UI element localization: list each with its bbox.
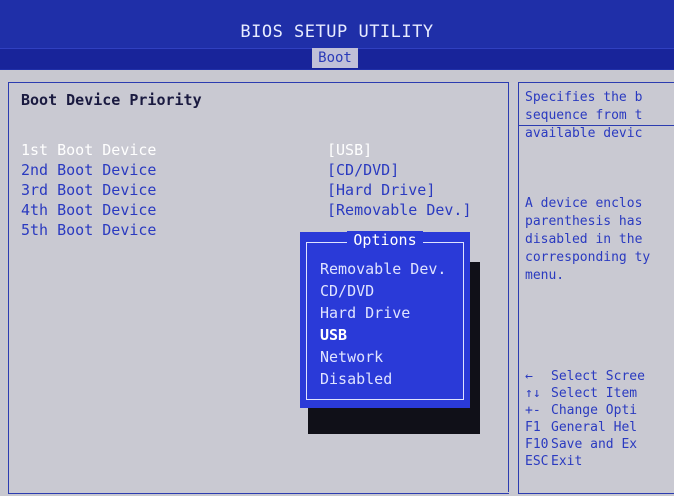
- plus-minus-key: +-: [525, 403, 541, 418]
- key-desc: Select Item: [551, 386, 638, 401]
- esc-key: ESC: [525, 454, 549, 469]
- f10-key: F10: [525, 437, 549, 452]
- help-line: menu.: [525, 268, 565, 283]
- help-line: A device enclos: [525, 196, 643, 211]
- key-desc: Save and Ex: [551, 437, 638, 452]
- help-panel: Specifies the b sequence from t availabl…: [518, 82, 674, 494]
- option-network[interactable]: Network: [320, 348, 383, 366]
- option-hard-drive[interactable]: Hard Drive: [320, 304, 410, 322]
- key-desc: Change Opti: [551, 403, 638, 418]
- boot-device-label: 5th Boot Device: [21, 221, 157, 239]
- boot-device-row-3[interactable]: 3rd Boot Device [Hard Drive]: [21, 181, 435, 199]
- up-down-arrow-icon: ↑↓: [525, 386, 541, 401]
- f1-key: F1: [525, 420, 541, 435]
- key-desc: Select Scree: [551, 369, 645, 384]
- help-line: sequence from t: [525, 108, 643, 123]
- tab-boot[interactable]: Boot: [312, 48, 358, 68]
- key-desc: Exit: [551, 454, 583, 469]
- help-line: corresponding ty: [525, 250, 651, 265]
- header-bar: BIOS SETUP UTILITY Boot: [0, 0, 674, 70]
- boot-device-row-5[interactable]: 5th Boot Device: [21, 221, 156, 239]
- popup-title-text: Options: [347, 231, 423, 249]
- boot-device-value[interactable]: [CD/DVD]: [327, 161, 399, 179]
- option-disabled[interactable]: Disabled: [320, 370, 392, 388]
- boot-device-row-2[interactable]: 2nd Boot Device [CD/DVD]: [21, 161, 399, 179]
- boot-device-row-4[interactable]: 4th Boot Device [Removable Dev.]: [21, 201, 472, 219]
- section-title: Boot Device Priority: [21, 91, 202, 109]
- option-cddvd[interactable]: CD/DVD: [320, 282, 374, 300]
- help-line: parenthesis has: [525, 214, 643, 229]
- boot-device-value[interactable]: [Hard Drive]: [327, 181, 435, 199]
- boot-device-label: 4th Boot Device: [21, 201, 157, 219]
- popup-title: Options: [300, 231, 470, 249]
- bios-title: BIOS SETUP UTILITY: [240, 22, 434, 42]
- option-usb[interactable]: USB: [320, 326, 347, 344]
- boot-device-label: 3rd Boot Device: [21, 181, 157, 199]
- bios-screen: BIOS SETUP UTILITY Boot Boot Device Prio…: [0, 0, 674, 496]
- help-line: Specifies the b: [525, 90, 643, 105]
- boot-device-value[interactable]: [Removable Dev.]: [327, 201, 472, 219]
- boot-device-label: 1st Boot Device: [21, 141, 157, 159]
- left-right-arrow-icon: ←: [525, 369, 533, 384]
- boot-device-label: 2nd Boot Device: [21, 161, 157, 179]
- option-removable[interactable]: Removable Dev.: [320, 260, 446, 278]
- help-line: available devic: [525, 126, 643, 141]
- help-separator: [519, 125, 674, 126]
- boot-device-value[interactable]: [USB]: [327, 141, 372, 159]
- boot-device-row-1[interactable]: 1st Boot Device [USB]: [21, 141, 372, 159]
- options-popup: Options Removable Dev. CD/DVD Hard Drive…: [300, 231, 470, 408]
- help-line: disabled in the: [525, 232, 643, 247]
- key-desc: General Hel: [551, 420, 638, 435]
